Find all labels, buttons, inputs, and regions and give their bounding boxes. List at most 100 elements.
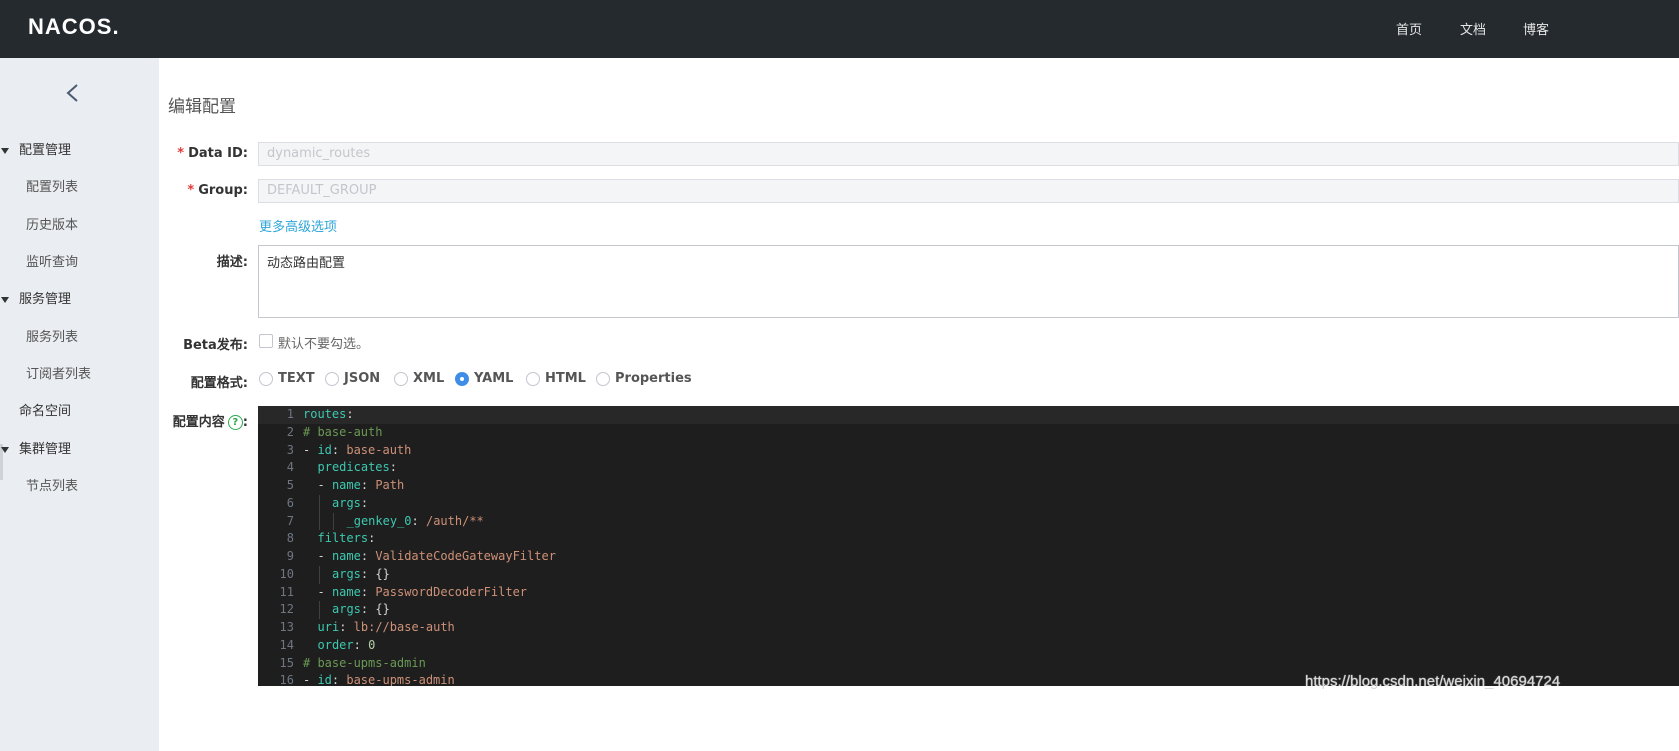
code-line[interactable]: 7 _genkey_0: /auth/** xyxy=(258,512,1679,531)
code-text: - id: base-auth xyxy=(303,442,412,457)
code-text: routes: xyxy=(303,407,354,421)
code-text: - name: Path xyxy=(317,478,405,492)
radio-label: TEXT xyxy=(278,371,315,386)
radio-circle xyxy=(596,372,610,386)
line-number: 4 xyxy=(286,460,294,475)
line-number: 2 xyxy=(286,424,294,439)
sidebar-item-history[interactable]: 历史版本 xyxy=(26,216,78,236)
radio-label: JSON xyxy=(344,371,381,386)
code-text: - name: PasswordDecoderFilter xyxy=(317,584,528,599)
data-id-input[interactable]: dynamic_routes xyxy=(258,142,1679,166)
data-id-label-text: Data ID: xyxy=(188,146,248,161)
radio-label: Properties xyxy=(615,371,692,386)
radio-label: YAML xyxy=(474,371,514,386)
line-number: 11 xyxy=(279,584,294,599)
code-line[interactable]: 4 predicates: xyxy=(258,459,1679,477)
code-text: # base-auth xyxy=(303,424,383,439)
code-text: args: xyxy=(332,495,369,510)
line-number: 5 xyxy=(286,478,294,492)
indent-guide xyxy=(318,565,320,584)
indent-guide xyxy=(318,512,320,531)
code-text: # base-upms-admin xyxy=(303,655,426,670)
watermark-url: https://blog.csdn.net/weixin_40694724 xyxy=(1305,673,1561,690)
sidebar-group-label: 服务管理 xyxy=(19,292,72,307)
caret-down-icon xyxy=(1,447,9,453)
code-line[interactable]: 11 - name: PasswordDecoderFilter xyxy=(258,584,1679,602)
line-number: 10 xyxy=(279,566,294,581)
line-number: 7 xyxy=(286,513,294,528)
code-line[interactable]: 3 - id: base-auth xyxy=(258,442,1679,460)
line-number: 16 xyxy=(279,673,294,686)
page-title: 编辑配置 xyxy=(168,97,236,117)
content-label-colon: : xyxy=(242,415,248,430)
code-line[interactable]: 9 - name: ValidateCodeGatewayFilter xyxy=(258,548,1679,566)
beta-label: Beta发布: xyxy=(183,338,248,353)
line-number: 13 xyxy=(279,620,294,634)
line-number: 6 xyxy=(286,495,294,510)
advanced-options-link[interactable]: 更多高级选项 xyxy=(259,216,337,235)
code-line[interactable]: 1 routes: xyxy=(258,406,1679,424)
sidebar: 配置管理 配置列表 历史版本 监听查询 服务管理 服务列表 订阅者列表 命名空间… xyxy=(0,58,159,751)
sidebar-group-cluster[interactable]: 集群管理 xyxy=(0,440,159,460)
group-input[interactable]: DEFAULT_GROUP xyxy=(258,179,1679,203)
sidebar-group-service[interactable]: 服务管理 xyxy=(0,290,159,310)
top-navbar: NACOS. 首页 文档 博客 xyxy=(0,0,1679,58)
indent-guide xyxy=(318,601,320,619)
beta-checkbox[interactable] xyxy=(259,334,273,348)
code-line[interactable]: 14 order: 0 xyxy=(258,637,1679,655)
code-line[interactable]: 8 filters: xyxy=(258,530,1679,548)
collapse-sidebar-button[interactable] xyxy=(60,80,86,106)
description-label: 描述: xyxy=(216,255,248,270)
code-text: predicates: xyxy=(317,460,397,475)
radio-circle xyxy=(394,372,408,386)
nav-docs-link[interactable]: 文档 xyxy=(1460,19,1486,38)
code-editor[interactable]: 1 routes: 2 # base-auth 3 - id: base-auth 4 pre… xyxy=(258,406,1679,686)
line-number: 15 xyxy=(279,655,294,670)
description-textarea[interactable]: 动态路由配置 xyxy=(258,245,1679,318)
code-line[interactable]: 13 uri: lb://base-auth xyxy=(258,619,1679,637)
content-label-text: 配置内容 xyxy=(172,415,225,430)
code-line[interactable]: 2 # base-auth xyxy=(258,424,1679,442)
line-number: 14 xyxy=(279,637,294,652)
help-icon[interactable]: ? xyxy=(227,415,243,430)
line-number: 3 xyxy=(286,442,294,457)
code-text: order: 0 xyxy=(317,637,376,652)
beta-hint: 默认不要勾选。 xyxy=(278,337,370,352)
content-label: 配置内容?: xyxy=(0,411,248,430)
line-number: 8 xyxy=(286,531,294,546)
radio-circle xyxy=(259,372,273,386)
code-line[interactable]: 12 args: {} xyxy=(258,601,1679,619)
line-number: 1 xyxy=(286,407,294,421)
radio-label: HTML xyxy=(545,371,586,386)
indent-guide xyxy=(318,494,320,513)
radio-circle xyxy=(325,372,339,386)
radio-circle xyxy=(526,372,540,386)
code-line[interactable]: 6 args: xyxy=(258,494,1679,513)
nav-home-link[interactable]: 首页 xyxy=(1396,19,1422,38)
group-label: * Group: xyxy=(0,183,248,198)
radio-circle-selected xyxy=(455,372,469,386)
required-mark: * xyxy=(177,146,185,161)
code-text: - name: ValidateCodeGatewayFilter xyxy=(317,549,556,563)
code-text: - id: base-upms-admin xyxy=(303,673,455,686)
code-line[interactable]: 5 - name: Path xyxy=(258,477,1679,495)
code-line[interactable]: 15 # base-upms-admin xyxy=(258,655,1679,673)
group-label-text: Group: xyxy=(198,183,248,198)
caret-down-icon xyxy=(1,297,9,303)
line-number: 9 xyxy=(286,549,294,563)
nacos-logo[interactable]: NACOS. xyxy=(28,14,120,40)
code-text: filters: xyxy=(317,531,376,546)
code-text: args: {} xyxy=(332,602,390,617)
radio-label: XML xyxy=(413,371,445,386)
line-number: 12 xyxy=(279,602,294,617)
sidebar-item-node-list[interactable]: 节点列表 xyxy=(26,477,78,497)
format-label: 配置格式: xyxy=(190,376,248,391)
indent-guide xyxy=(333,512,334,531)
nav-blog-link[interactable]: 博客 xyxy=(1523,19,1549,38)
chevron-left-icon xyxy=(66,84,78,102)
sidebar-group-label: 集群管理 xyxy=(19,442,72,457)
code-text: args: {} xyxy=(332,566,390,581)
code-text: _genkey_0: /auth/** xyxy=(346,513,484,528)
code-text: uri: lb://base-auth xyxy=(317,620,455,634)
code-line[interactable]: 10 args: {} xyxy=(258,565,1679,584)
